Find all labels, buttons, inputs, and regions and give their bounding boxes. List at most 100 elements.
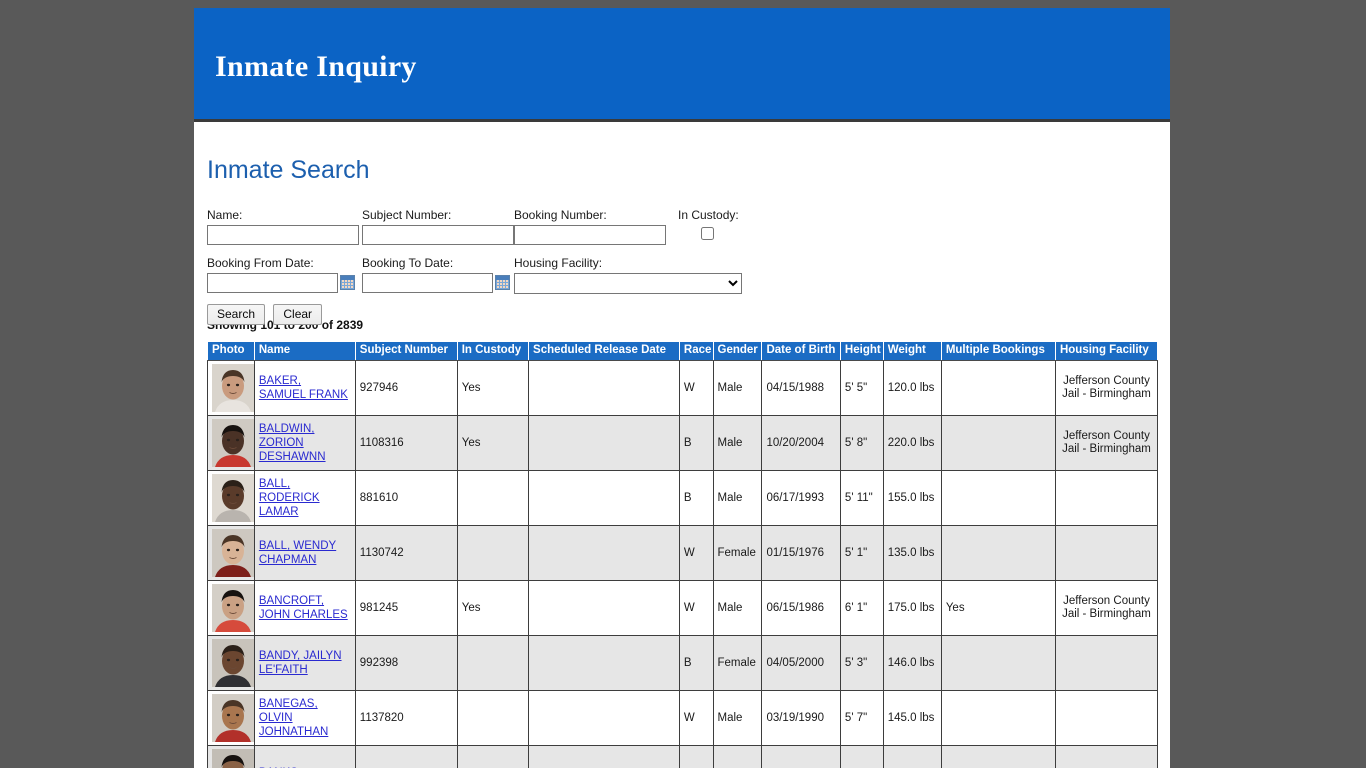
subject-number-field-group: Subject Number: <box>362 209 514 245</box>
name-input[interactable] <box>207 225 359 245</box>
inmate-photo-cell <box>207 415 255 471</box>
inmate-housing-facility-cell <box>1054 525 1159 581</box>
calendar-icon[interactable] <box>340 275 355 290</box>
column-header-race[interactable]: Race <box>678 341 714 361</box>
clear-button[interactable]: Clear <box>273 304 323 325</box>
mugshot-image <box>212 639 254 687</box>
inmate-subject-number-cell: 1137820 <box>354 690 458 746</box>
inmate-housing-facility-cell: Jefferson County Jail - Birmingham <box>1054 415 1159 471</box>
inmate-in-custody-cell: Yes <box>456 415 530 471</box>
inmate-weight-cell: 145.0 lbs <box>882 690 942 746</box>
inmate-name-link[interactable]: BANEGAS, OLVIN JOHNATHAN <box>259 698 328 738</box>
booking-to-date-input[interactable] <box>362 273 493 293</box>
inmate-gender-cell: Male <box>712 360 763 416</box>
inmate-subject-number-cell: 1130742 <box>354 525 458 581</box>
name-label: Name: <box>207 208 243 222</box>
table-row: BANCROFT, JOHN CHARLES 981245 Yes W Male 06/1… <box>207 580 1159 636</box>
subject-number-input[interactable] <box>362 225 514 245</box>
inmate-photo-cell <box>207 470 255 526</box>
inmate-gender-cell: Female <box>712 635 763 691</box>
inmate-housing-facility-cell <box>1054 635 1159 691</box>
inmate-gender-cell: Male <box>712 690 763 746</box>
inmate-name-link[interactable]: BALL, RODERICK LAMAR <box>259 478 320 518</box>
inmate-race-cell <box>678 745 714 768</box>
results-body: BAKER, SAMUEL FRANK 927946 Yes W Male 04/15/1… <box>207 360 1159 768</box>
column-header-date-of-birth[interactable]: Date of Birth <box>761 341 841 361</box>
table-row: BANDY, JAILYN LE'FAITH 992398 B Female 04/05… <box>207 635 1159 691</box>
form-button-row: Search Clear <box>207 304 327 325</box>
inmate-scheduled-release-date-cell <box>528 360 680 416</box>
inmate-in-custody-cell <box>456 525 530 581</box>
inmate-multiple-bookings-cell <box>940 415 1056 471</box>
inmate-weight-cell: 135.0 lbs <box>882 525 942 581</box>
in-custody-checkbox[interactable] <box>700 227 714 240</box>
page-title: Inmate Search <box>207 156 370 184</box>
calendar-icon[interactable] <box>495 275 510 290</box>
column-header-height[interactable]: Height <box>839 341 884 361</box>
inmate-date-of-birth-cell: 04/05/2000 <box>761 635 841 691</box>
column-header-gender[interactable]: Gender <box>712 341 763 361</box>
inmate-date-of-birth-cell: 04/15/1988 <box>761 360 841 416</box>
inmate-height-cell: 5' 8" <box>839 415 884 471</box>
booking-from-date-input[interactable] <box>207 273 338 293</box>
booking-number-input[interactable] <box>514 225 666 245</box>
column-header-scheduled-release-date[interactable]: Scheduled Release Date <box>528 341 680 361</box>
column-header-multiple-bookings[interactable]: Multiple Bookings <box>940 341 1056 361</box>
inmate-race-cell: W <box>678 525 714 581</box>
inmate-weight-cell: 120.0 lbs <box>882 360 942 416</box>
inmate-name-link[interactable]: BALL, WENDY CHAPMAN <box>259 540 336 566</box>
inmate-housing-facility-cell: Jefferson County Jail - Birmingham <box>1054 360 1159 416</box>
mugshot-image <box>212 694 254 742</box>
mugshot-image <box>212 419 254 467</box>
inmate-height-cell: 5' 7" <box>839 690 884 746</box>
booking-to-date-label: Booking To Date: <box>362 256 454 270</box>
inmate-race-cell: B <box>678 635 714 691</box>
column-header-name[interactable]: Name <box>253 341 356 361</box>
inmate-in-custody-cell <box>456 690 530 746</box>
table-row: BAKER, SAMUEL FRANK 927946 Yes W Male 04/15/1… <box>207 360 1159 416</box>
subject-number-label: Subject Number: <box>362 208 452 222</box>
inmate-name-cell: BANKS, <box>253 745 356 768</box>
inmate-name-link[interactable]: BANDY, JAILYN LE'FAITH <box>259 650 342 676</box>
inmate-date-of-birth-cell: 06/15/1986 <box>761 580 841 636</box>
in-custody-label: In Custody: <box>678 208 739 222</box>
column-header-in-custody[interactable]: In Custody <box>456 341 530 361</box>
inmate-name-cell: BALL, WENDY CHAPMAN <box>253 525 356 581</box>
inmate-scheduled-release-date-cell <box>528 690 680 746</box>
inmate-in-custody-cell <box>456 635 530 691</box>
search-form: Name: Subject Number: Booking Number: In… <box>207 208 1158 325</box>
booking-from-date-label: Booking From Date: <box>207 256 314 270</box>
inmate-date-of-birth-cell: 10/20/2004 <box>761 415 841 471</box>
housing-facility-label: Housing Facility: <box>514 256 603 270</box>
inmate-name-link[interactable]: BAKER, SAMUEL FRANK <box>259 375 348 401</box>
inmate-height-cell: 5' 3" <box>839 635 884 691</box>
page-root: Inmate Inquiry Inmate Search Name: Subje… <box>0 0 1366 768</box>
inmate-scheduled-release-date-cell <box>528 525 680 581</box>
inmate-race-cell: B <box>678 470 714 526</box>
column-header-weight[interactable]: Weight <box>882 341 942 361</box>
inmate-housing-facility-cell <box>1054 690 1159 746</box>
column-header-photo[interactable]: Photo <box>207 341 255 361</box>
table-row: BALL, WENDY CHAPMAN 1130742 W Female 01/15/1… <box>207 525 1159 581</box>
mugshot-image <box>212 474 254 522</box>
inmate-scheduled-release-date-cell <box>528 745 680 768</box>
inmate-subject-number-cell: 1108316 <box>354 415 458 471</box>
inmate-photo-cell <box>207 690 255 746</box>
search-button[interactable]: Search <box>207 304 266 325</box>
inmate-height-cell: 5' 1" <box>839 525 884 581</box>
booking-from-date-field-group: Booking From Date: <box>207 257 355 293</box>
column-header-subject-number[interactable]: Subject Number <box>354 341 458 361</box>
app-title: Inmate Inquiry <box>215 50 417 83</box>
inmate-name-link[interactable]: BALDWIN, ZORION DESHAWNN <box>259 423 326 463</box>
inmate-name-link[interactable]: BANCROFT, JOHN CHARLES <box>259 595 348 621</box>
column-header-housing-facility[interactable]: Housing Facility <box>1054 341 1159 361</box>
inmate-weight-cell: 146.0 lbs <box>882 635 942 691</box>
inmate-multiple-bookings-cell <box>940 525 1056 581</box>
inmate-race-cell: W <box>678 580 714 636</box>
inmate-subject-number-cell: 927946 <box>354 360 458 416</box>
inmate-photo-cell <box>207 745 255 768</box>
inmate-subject-number-cell: 992398 <box>354 635 458 691</box>
inmate-weight-cell: 155.0 lbs <box>882 470 942 526</box>
housing-facility-select[interactable] <box>514 273 742 294</box>
in-custody-field-group: In Custody: <box>678 209 739 241</box>
